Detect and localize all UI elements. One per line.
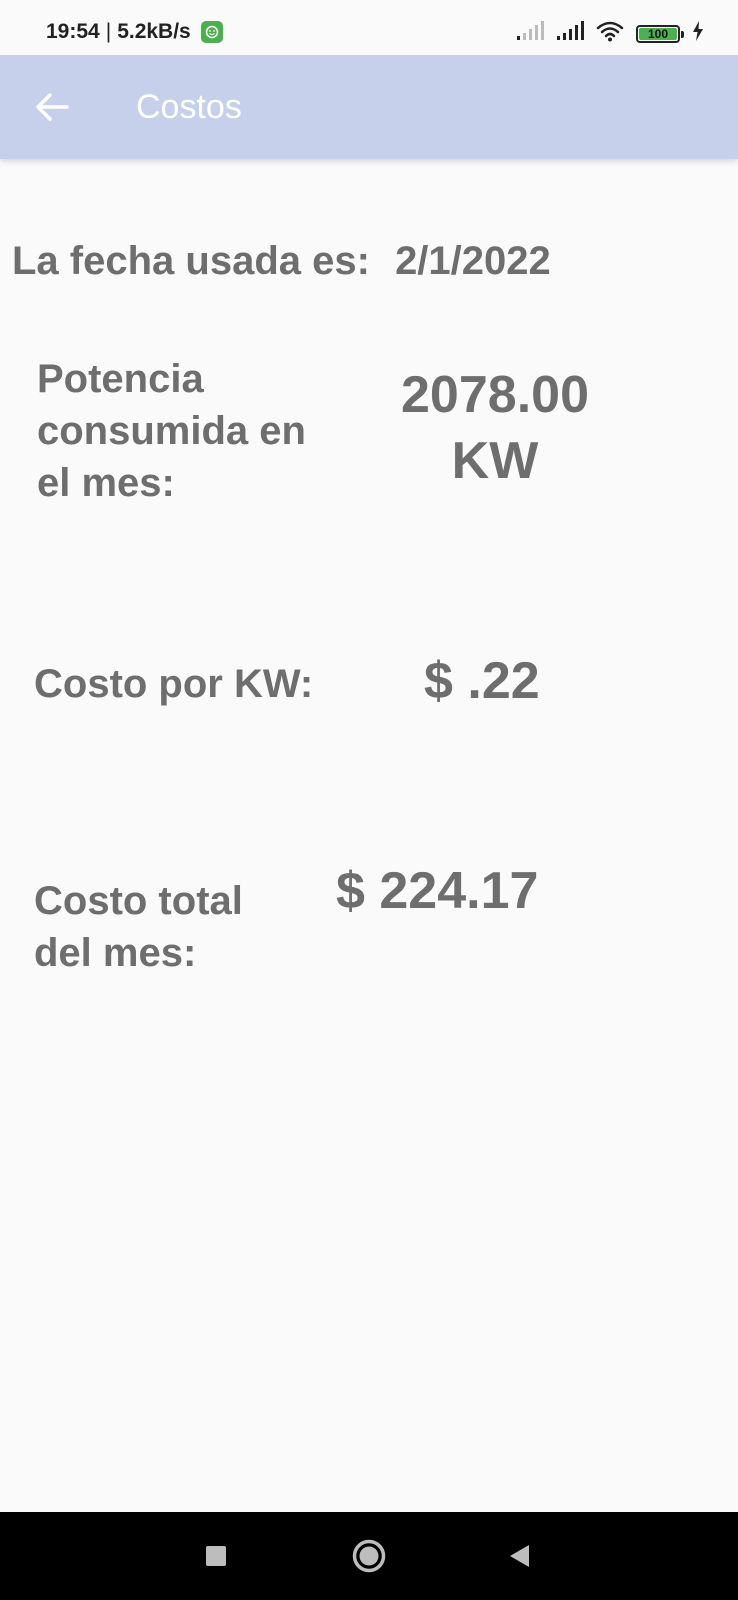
cost-per-kw-value: $ .22 — [424, 652, 540, 710]
cost-per-kw-label: Costo por KW: — [34, 662, 314, 706]
power-label-line3: el mes: — [37, 461, 175, 505]
signal-icon — [556, 21, 584, 46]
recent-apps-button[interactable] — [194, 1534, 238, 1578]
date-row: La fecha usada es: 2/1/2022 — [12, 239, 551, 284]
battery-icon: 100 — [636, 24, 684, 43]
back-icon — [510, 1545, 529, 1567]
date-label: La fecha usada es: — [12, 239, 370, 283]
total-cost-label-line1: Costo total — [34, 879, 243, 923]
status-separator: | — [105, 20, 112, 43]
navigation-bar — [0, 1512, 738, 1600]
signal-weak-icon — [516, 21, 544, 46]
date-value: 2/1/2022 — [395, 239, 551, 283]
back-nav-button[interactable] — [497, 1534, 541, 1578]
power-label-line2: consumida en — [37, 409, 306, 453]
total-cost-value: $ 224.17 — [336, 862, 539, 920]
recent-apps-icon — [206, 1546, 226, 1566]
status-left: 19:54 | 5.2kB/s — [46, 20, 223, 44]
charging-icon — [692, 21, 704, 46]
home-icon — [352, 1539, 386, 1573]
app-bar: Costos — [0, 55, 738, 159]
back-button[interactable] — [30, 85, 74, 129]
power-value-number: 2078.00 — [401, 366, 589, 424]
status-bar: 19:54 | 5.2kB/s 100 — [0, 0, 738, 56]
battery-level: 100 — [647, 26, 669, 41]
app-notification-icon — [200, 21, 223, 43]
total-cost-label-line2: del mes: — [34, 931, 197, 975]
power-value-unit: KW — [451, 432, 539, 490]
power-consumed-label: Potencia consumida en el mes: — [37, 353, 306, 509]
arrow-left-icon — [36, 93, 69, 121]
status-right: 100 — [516, 20, 704, 47]
page-title: Costos — [136, 88, 242, 126]
network-speed: 5.2kB/s — [117, 20, 191, 43]
home-button[interactable] — [347, 1534, 391, 1578]
screen: 19:54 | 5.2kB/s 100 Costos La fecha usad… — [0, 0, 738, 1600]
wifi-icon — [596, 20, 624, 47]
power-consumed-value: 2078.00 KW — [372, 362, 618, 494]
status-time: 19:54 — [46, 20, 100, 43]
power-label-line1: Potencia — [37, 357, 204, 401]
total-cost-label: Costo total del mes: — [34, 875, 243, 979]
